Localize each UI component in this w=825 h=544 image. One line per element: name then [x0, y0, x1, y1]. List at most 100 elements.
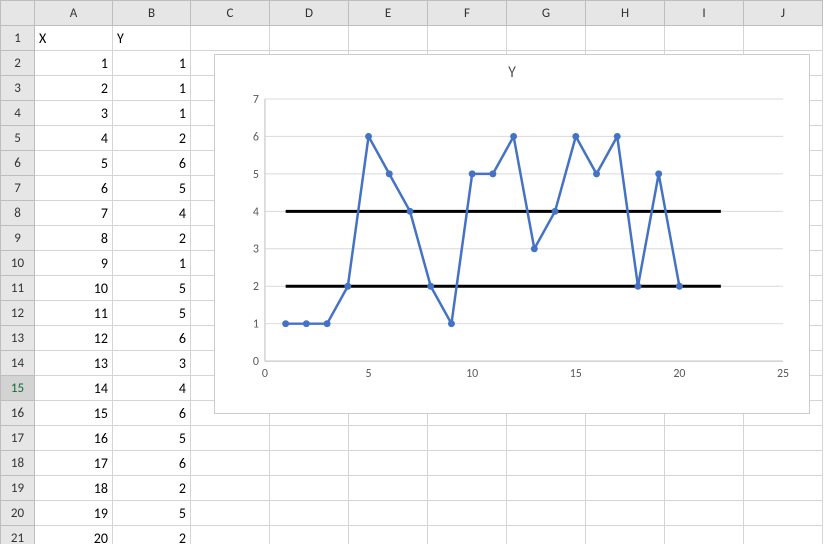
cell-A20[interactable]: 19	[35, 501, 113, 526]
cell-B1[interactable]: Y	[113, 26, 191, 51]
cell-J19[interactable]	[744, 476, 823, 501]
cell-A21[interactable]: 20	[35, 526, 113, 544]
cell-I20[interactable]	[665, 501, 744, 526]
row-header-12[interactable]: 12	[1, 301, 35, 326]
column-header-D[interactable]: D	[270, 1, 349, 26]
cell-B18[interactable]: 6	[113, 451, 191, 476]
cell-A16[interactable]: 15	[35, 401, 113, 426]
cell-E18[interactable]	[349, 451, 428, 476]
cell-D17[interactable]	[270, 426, 349, 451]
cell-A17[interactable]: 16	[35, 426, 113, 451]
cell-F17[interactable]	[428, 426, 507, 451]
cell-B19[interactable]: 2	[113, 476, 191, 501]
cell-I1[interactable]	[665, 26, 744, 51]
row-header-17[interactable]: 17	[1, 426, 35, 451]
cell-D18[interactable]	[270, 451, 349, 476]
cell-A15[interactable]: 14	[35, 376, 113, 401]
cell-C21[interactable]	[191, 526, 270, 544]
cell-H1[interactable]	[586, 26, 665, 51]
cell-A5[interactable]: 4	[35, 126, 113, 151]
cell-G18[interactable]	[507, 451, 586, 476]
cell-H21[interactable]	[586, 526, 665, 544]
cell-B10[interactable]: 1	[113, 251, 191, 276]
cell-A14[interactable]: 13	[35, 351, 113, 376]
row-header-3[interactable]: 3	[1, 76, 35, 101]
column-header-H[interactable]: H	[586, 1, 665, 26]
cell-A13[interactable]: 12	[35, 326, 113, 351]
column-header-E[interactable]: E	[349, 1, 428, 26]
cell-I19[interactable]	[665, 476, 744, 501]
column-header-C[interactable]: C	[191, 1, 270, 26]
column-header-F[interactable]: F	[428, 1, 507, 26]
row-header-18[interactable]: 18	[1, 451, 35, 476]
cell-B16[interactable]: 6	[113, 401, 191, 426]
cell-A19[interactable]: 18	[35, 476, 113, 501]
cell-G21[interactable]	[507, 526, 586, 544]
cell-J1[interactable]	[744, 26, 823, 51]
cell-H20[interactable]	[586, 501, 665, 526]
cell-B15[interactable]: 4	[113, 376, 191, 401]
cell-B14[interactable]: 3	[113, 351, 191, 376]
cell-J18[interactable]	[744, 451, 823, 476]
cell-C19[interactable]	[191, 476, 270, 501]
row-header-5[interactable]: 5	[1, 126, 35, 151]
column-header-B[interactable]: B	[113, 1, 191, 26]
row-header-2[interactable]: 2	[1, 51, 35, 76]
cell-I17[interactable]	[665, 426, 744, 451]
cell-C20[interactable]	[191, 501, 270, 526]
cell-B2[interactable]: 1	[113, 51, 191, 76]
cell-E20[interactable]	[349, 501, 428, 526]
cell-F18[interactable]	[428, 451, 507, 476]
cell-E1[interactable]	[349, 26, 428, 51]
column-header-J[interactable]: J	[744, 1, 823, 26]
cell-J21[interactable]	[744, 526, 823, 544]
embedded-chart[interactable]: Y 012345670510152025	[214, 54, 810, 414]
cell-B13[interactable]: 6	[113, 326, 191, 351]
column-header-A[interactable]: A	[35, 1, 113, 26]
row-header-15[interactable]: 15	[1, 376, 35, 401]
cell-A2[interactable]: 1	[35, 51, 113, 76]
cell-B4[interactable]: 1	[113, 101, 191, 126]
row-header-11[interactable]: 11	[1, 276, 35, 301]
cell-F1[interactable]	[428, 26, 507, 51]
row-header-21[interactable]: 21	[1, 526, 35, 544]
cell-B21[interactable]: 2	[113, 526, 191, 544]
cell-E17[interactable]	[349, 426, 428, 451]
cell-B7[interactable]: 5	[113, 176, 191, 201]
cell-H17[interactable]	[586, 426, 665, 451]
cell-A6[interactable]: 5	[35, 151, 113, 176]
cell-A12[interactable]: 11	[35, 301, 113, 326]
cell-F19[interactable]	[428, 476, 507, 501]
row-header-1[interactable]: 1	[1, 26, 35, 51]
cell-D1[interactable]	[270, 26, 349, 51]
cell-B17[interactable]: 5	[113, 426, 191, 451]
row-header-6[interactable]: 6	[1, 151, 35, 176]
row-header-19[interactable]: 19	[1, 476, 35, 501]
cell-E19[interactable]	[349, 476, 428, 501]
row-header-14[interactable]: 14	[1, 351, 35, 376]
cell-D21[interactable]	[270, 526, 349, 544]
select-all-corner[interactable]	[1, 1, 35, 26]
cell-E21[interactable]	[349, 526, 428, 544]
cell-F20[interactable]	[428, 501, 507, 526]
cell-H18[interactable]	[586, 451, 665, 476]
cell-F21[interactable]	[428, 526, 507, 544]
row-header-8[interactable]: 8	[1, 201, 35, 226]
row-header-20[interactable]: 20	[1, 501, 35, 526]
cell-A11[interactable]: 10	[35, 276, 113, 301]
cell-I21[interactable]	[665, 526, 744, 544]
cell-A1[interactable]: X	[35, 26, 113, 51]
row-header-7[interactable]: 7	[1, 176, 35, 201]
cell-C18[interactable]	[191, 451, 270, 476]
cell-B11[interactable]: 5	[113, 276, 191, 301]
row-header-16[interactable]: 16	[1, 401, 35, 426]
row-header-13[interactable]: 13	[1, 326, 35, 351]
cell-G1[interactable]	[507, 26, 586, 51]
cell-G19[interactable]	[507, 476, 586, 501]
cell-B20[interactable]: 5	[113, 501, 191, 526]
row-header-10[interactable]: 10	[1, 251, 35, 276]
cell-J20[interactable]	[744, 501, 823, 526]
cell-B6[interactable]: 6	[113, 151, 191, 176]
cell-A3[interactable]: 2	[35, 76, 113, 101]
cell-A8[interactable]: 7	[35, 201, 113, 226]
